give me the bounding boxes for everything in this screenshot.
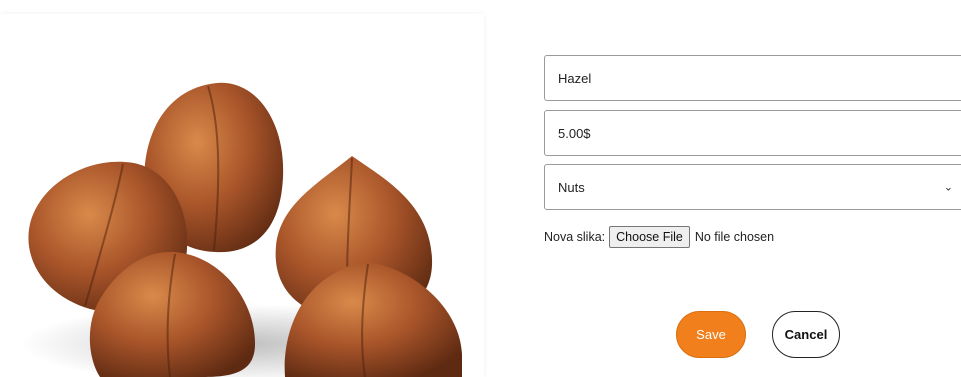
- name-field[interactable]: [544, 55, 961, 101]
- file-status-text: No file chosen: [694, 230, 775, 244]
- product-image: [0, 14, 484, 377]
- save-button[interactable]: Save: [676, 311, 746, 358]
- price-field[interactable]: [544, 110, 961, 156]
- chevron-down-icon: ⌄: [943, 181, 953, 194]
- hazelnuts-illustration: [0, 14, 484, 377]
- choose-file-button[interactable]: Choose File: [609, 226, 690, 248]
- category-select-value: Nuts: [558, 179, 585, 195]
- price-input[interactable]: [545, 111, 961, 155]
- file-upload-row: Nova slika: Choose File No file chosen: [544, 226, 774, 248]
- cancel-button[interactable]: Cancel: [772, 311, 840, 358]
- category-select[interactable]: Nuts ⌄: [544, 164, 961, 210]
- file-upload-label: Nova slika:: [544, 230, 606, 244]
- name-input[interactable]: [545, 56, 961, 100]
